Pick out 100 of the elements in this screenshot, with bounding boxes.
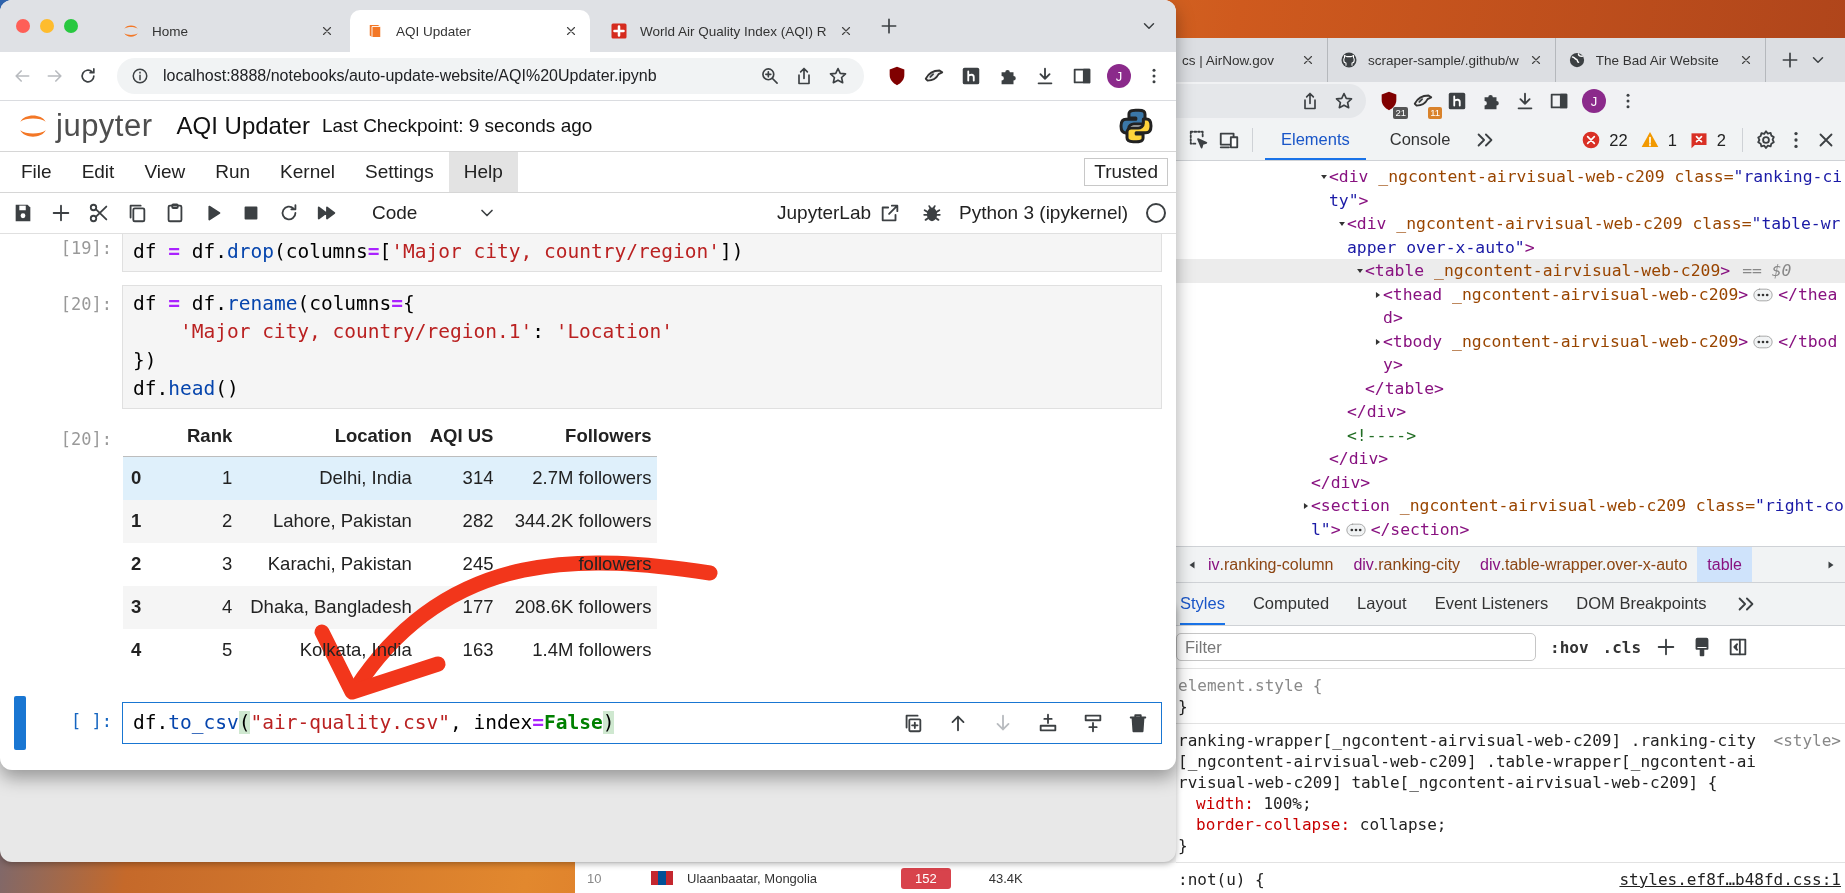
menu-item[interactable]: Kernel xyxy=(265,152,350,192)
plus-icon[interactable] xyxy=(50,202,72,224)
issue-count[interactable]: 2 xyxy=(1716,130,1726,150)
profile-avatar[interactable]: J xyxy=(1582,89,1606,113)
logo-text: jupyter xyxy=(56,108,153,144)
close-window-dot[interactable] xyxy=(16,19,30,33)
dom-tree-row[interactable]: <div _ngcontent-airvisual-web-c209 class="table-wrapper over-x-auto"> xyxy=(1176,212,1845,259)
styles-tab[interactable]: Computed xyxy=(1252,583,1330,625)
star-icon[interactable] xyxy=(1334,91,1354,111)
cls-toggle[interactable]: .cls xyxy=(1602,637,1642,657)
table-cell: followers xyxy=(499,542,658,586)
menu-item[interactable]: Run xyxy=(200,152,266,192)
column-header: Followers xyxy=(499,415,658,456)
table-cell: 163 xyxy=(417,628,500,672)
notebook-title[interactable]: AQI Updater xyxy=(176,112,310,140)
table-cell: Karachi, Pakistan xyxy=(238,542,418,586)
close-icon[interactable] xyxy=(564,24,578,38)
console-reference: == $0 xyxy=(1742,261,1792,280)
table-cell: 344.2K followers xyxy=(499,499,658,543)
settings-icon[interactable] xyxy=(1755,129,1777,151)
dom-tree-row[interactable]: <thead _ngcontent-airvisual-web-c209> </thead> xyxy=(1176,282,1845,330)
devtools-tab[interactable]: Console xyxy=(1373,120,1467,160)
column-header: Rank xyxy=(175,415,239,456)
closing-tag: </div> xyxy=(1311,472,1371,492)
code-cell[interactable]: df = df.drop(columns=['Major city, country/region']) xyxy=(122,234,1162,272)
closing-tag: </div> xyxy=(1347,402,1407,421)
css-selector: :not(u) { xyxy=(1178,869,1266,890)
checkpoint-text: Last Checkpoint: 9 seconds ago xyxy=(321,115,593,137)
element-tag: <div _ngcontent-airvisual-web-c209 class="ranking-city"> xyxy=(1329,167,1843,210)
styles-tab[interactable]: Layout xyxy=(1357,583,1407,625)
error-count[interactable]: 22 xyxy=(1609,130,1628,150)
dom-tree-row[interactable]: <table _ngcontent-airvisual-web-c209> == $0 xyxy=(1176,259,1845,283)
scissors-icon[interactable] xyxy=(88,202,110,224)
browser-tab[interactable]: AQI Updater xyxy=(350,10,590,52)
code-cell[interactable]: df.to_csv("air-quality.csv", index=False) xyxy=(122,701,1162,744)
bug-icon[interactable] xyxy=(921,202,944,224)
closing-tag: </table> xyxy=(1365,378,1444,398)
code-cell[interactable]: df = df.rename(columns={ 'Major city, country/region.1': 'Location' }) df.head() xyxy=(122,284,1162,409)
collapsed-element-tag[interactable]: <section _ngcontent-airvisual-web-c209 class="right-col"> </section> xyxy=(1311,494,1845,541)
trash-icon[interactable] xyxy=(1127,711,1149,734)
breadcrumb[interactable]: div.ranking-city xyxy=(1343,547,1471,582)
insert-below-icon[interactable] xyxy=(1037,711,1059,734)
maximize-window-dot[interactable] xyxy=(64,19,78,33)
table-cell: 314 xyxy=(417,456,500,500)
url-text: localhost:8888/notebooks/auto-update-website/AQI%20Updater.ipynb xyxy=(163,67,657,85)
menu-item[interactable]: Edit xyxy=(66,152,130,192)
table-cell: 1.4M followers xyxy=(499,628,658,672)
dom-tree-row[interactable]: <tbody _ngcontent-airvisual-web-c209> </tbody> xyxy=(1176,329,1845,377)
menu-item[interactable]: File xyxy=(6,152,67,192)
breadcrumb[interactable]: iv.ranking-column xyxy=(1198,547,1344,582)
collapsed-element-tag[interactable]: <tbody _ngcontent-airvisual-web-c209> </tbody> xyxy=(1383,329,1845,377)
followers-text: 43.4K xyxy=(988,870,1023,886)
row-index: 0 xyxy=(123,456,175,500)
warning-count[interactable]: 1 xyxy=(1667,130,1677,150)
closing-tag: </div> xyxy=(1329,449,1389,468)
browser-tab[interactable]: World Air Quality Index (AQI) R xyxy=(594,10,865,52)
menu-item[interactable]: Help xyxy=(448,152,518,192)
close-icon[interactable] xyxy=(320,24,334,38)
table-cell: 2.7M followers xyxy=(499,456,658,500)
reload-icon[interactable] xyxy=(78,66,98,86)
hov-toggle[interactable]: :hov xyxy=(1550,637,1589,657)
cell-prompt: [19]: xyxy=(59,237,113,260)
style-source[interactable]: styles.ef8f…b48fd.css:1 xyxy=(1619,869,1841,890)
city-text: Ulaanbaatar, Mongolia xyxy=(687,870,819,886)
address-bar[interactable] xyxy=(1176,84,1366,118)
row-index: 4 xyxy=(123,628,175,672)
browser-tab[interactable]: Home xyxy=(106,10,346,52)
devtools-tab[interactable]: Elements xyxy=(1265,120,1366,160)
jupyterlab-link[interactable]: JupyterLab xyxy=(777,202,872,224)
h-extension-icon[interactable] xyxy=(1446,90,1468,112)
h-extension-icon[interactable] xyxy=(960,65,982,87)
star-icon[interactable] xyxy=(828,66,848,86)
info-icon[interactable] xyxy=(131,67,149,85)
style-source: <style> xyxy=(1773,730,1841,752)
menu-item[interactable]: Settings xyxy=(350,152,449,192)
styles-tab[interactable]: DOM Breakpoints xyxy=(1576,583,1707,625)
address-bar[interactable]: localhost:8888/notebooks/auto-update-website/AQI%20Updater.ipynb xyxy=(117,58,864,94)
styles-tab[interactable]: Styles xyxy=(1180,583,1225,625)
filter-field[interactable]: Filter xyxy=(1176,633,1536,661)
python-logo-icon xyxy=(1118,108,1154,144)
cell-type-dropdown[interactable]: Code xyxy=(372,202,498,224)
trusted-button[interactable]: Trusted xyxy=(1084,158,1168,186)
table-cell: Dhaka, Bangladesh xyxy=(238,585,418,629)
minimize-window-dot[interactable] xyxy=(40,19,54,33)
breadcrumb[interactable]: table xyxy=(1697,547,1752,582)
collapsed-element-tag[interactable]: <thead _ngcontent-airvisual-web-c209> </thead> xyxy=(1383,282,1845,330)
kernel-name[interactable]: Python 3 (ipykernel) xyxy=(959,202,1128,224)
dom-tree-row[interactable]: <section _ngcontent-airvisual-web-c209 class="right-col"> </section> xyxy=(1176,494,1845,541)
breadcrumb[interactable]: div.table-wrapper.over-x-auto xyxy=(1470,547,1698,582)
profile-avatar[interactable]: J xyxy=(1107,64,1131,88)
code-line: df.to_csv("air-quality.csv", index=False) xyxy=(133,709,616,736)
close-icon[interactable] xyxy=(1301,53,1315,67)
cell-prompt: [20]: xyxy=(59,427,113,451)
code-line: }) xyxy=(133,347,158,374)
inspect-icon[interactable] xyxy=(1188,129,1210,151)
dom-tree-row[interactable]: <div _ngcontent-airvisual-web-c209 class="ranking-city"> xyxy=(1176,165,1845,212)
zoom-icon[interactable] xyxy=(760,66,780,86)
code-line: 'Major city, country/region.1': 'Location' xyxy=(178,319,675,345)
menu-item[interactable]: View xyxy=(129,152,201,192)
styles-tab[interactable]: Event Listeners xyxy=(1434,583,1549,625)
